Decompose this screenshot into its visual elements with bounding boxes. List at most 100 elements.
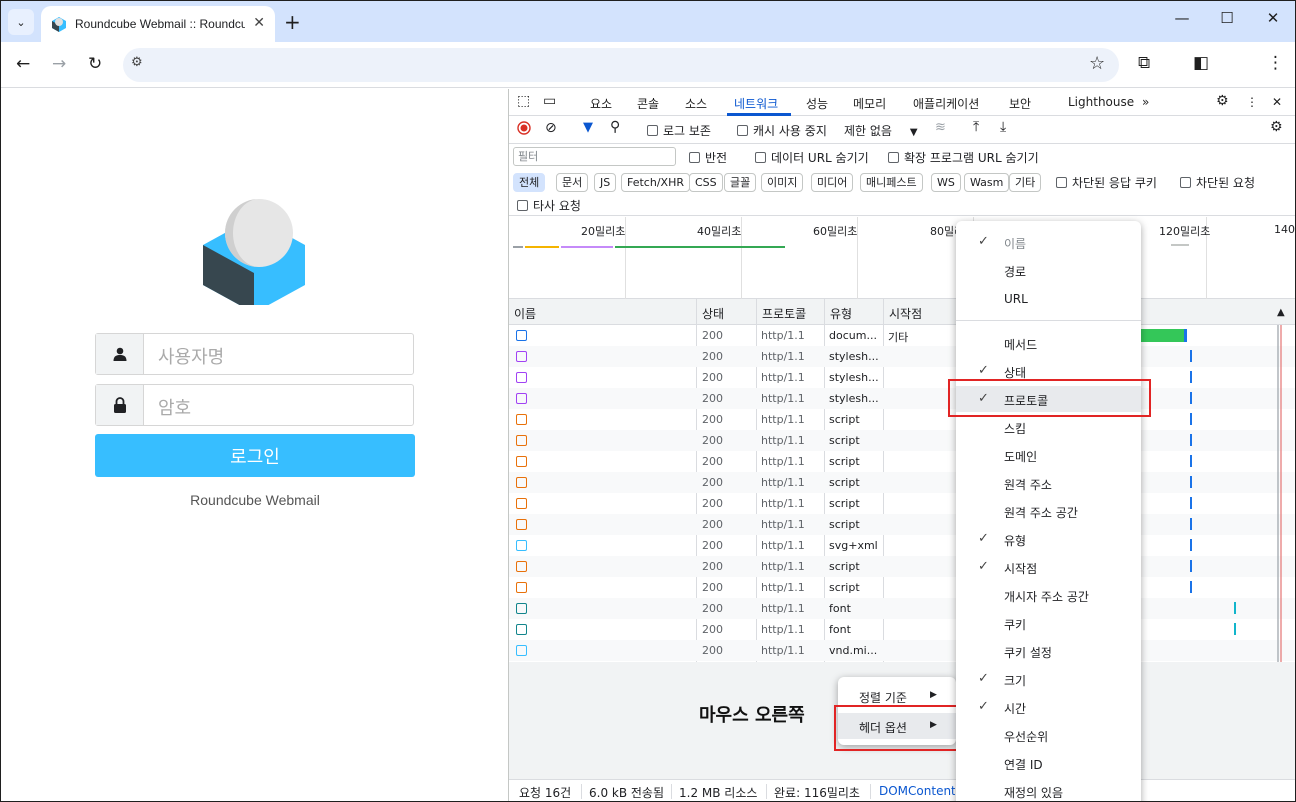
header-option-item[interactable]: ✓ 시작점: [956, 554, 1141, 580]
header-option-item[interactable]: ✓ 시간: [956, 694, 1141, 720]
tab-lighthouse[interactable]: Lighthouse: [1068, 95, 1134, 109]
type-filter-fetch[interactable]: Fetch/XHR: [621, 173, 690, 192]
username-input[interactable]: 사용자명: [158, 343, 224, 369]
third-party-checkbox[interactable]: 타사 요청: [517, 197, 581, 214]
tab-close-icon[interactable]: ✕: [253, 15, 265, 31]
browser-menu-icon[interactable]: ⋮: [1267, 53, 1284, 73]
table-row[interactable]: 200 http/1.1 script: [509, 409, 1295, 430]
hide-extension-url-checkbox[interactable]: 확장 프로그램 URL 숨기기: [888, 149, 1039, 166]
header-option-item[interactable]: 메서드: [956, 330, 1141, 356]
type-filter-img[interactable]: 이미지: [761, 173, 804, 192]
password-input[interactable]: 암호: [158, 394, 191, 420]
tab-sources[interactable]: 소스: [685, 95, 707, 112]
type-filter-all[interactable]: 전체: [513, 173, 546, 192]
header-option-item[interactable]: 원격 주소 공간: [956, 498, 1141, 524]
header-option-item[interactable]: 원격 주소: [956, 470, 1141, 496]
forward-icon[interactable]: →: [52, 54, 66, 74]
hide-data-url-checkbox[interactable]: 데이터 URL 숨기기: [755, 149, 869, 166]
column-initiator[interactable]: 시작점: [889, 305, 922, 322]
filter-funnel-icon[interactable]: ▼: [583, 120, 593, 135]
search-icon[interactable]: ⚲: [610, 119, 620, 135]
sort-ascending-icon[interactable]: ▲: [1277, 307, 1285, 318]
more-tabs-icon[interactable]: »: [1142, 95, 1149, 109]
new-tab-button[interactable]: +: [284, 10, 301, 34]
table-row[interactable]: 200 http/1.1 stylesh...: [509, 346, 1295, 367]
settings-gear-icon[interactable]: ⚙: [1216, 93, 1229, 109]
browser-tab[interactable]: Roundcube Webmail :: Roundcube Webmail ✕: [41, 6, 275, 42]
tab-application[interactable]: 애플리케이션: [913, 95, 979, 112]
table-row[interactable]: 200 http/1.1 script: [509, 577, 1295, 598]
column-protocol[interactable]: 프로토콜: [762, 305, 806, 322]
address-bar[interactable]: [123, 48, 1119, 82]
tab-performance[interactable]: 성능: [806, 95, 828, 112]
tab-elements[interactable]: 요소: [590, 95, 612, 112]
extensions-icon[interactable]: ⧉: [1138, 53, 1150, 73]
import-har-icon[interactable]: ⤒: [973, 119, 979, 135]
table-row[interactable]: 200 http/1.1 script: [509, 493, 1295, 514]
table-row[interactable]: 200 http/1.1 stylesh...: [509, 388, 1295, 409]
side-panel-icon[interactable]: ◧: [1193, 53, 1209, 73]
clear-icon[interactable]: ⊘: [545, 120, 557, 136]
invert-checkbox[interactable]: 반전: [689, 149, 727, 166]
type-filter-font[interactable]: 글꼴: [724, 173, 757, 192]
close-devtools-icon[interactable]: ✕: [1272, 95, 1282, 109]
header-option-item[interactable]: 연결 ID: [956, 750, 1141, 776]
table-row[interactable]: 200 http/1.1 svg+xml: [509, 535, 1295, 556]
header-option-item[interactable]: 도메인: [956, 442, 1141, 468]
tab-network[interactable]: 네트워크: [734, 95, 778, 112]
minimize-button[interactable]: —: [1159, 9, 1205, 27]
header-option-item[interactable]: 쿠키: [956, 610, 1141, 636]
header-option-item[interactable]: ✓ 유형: [956, 526, 1141, 552]
table-row[interactable]: 200 http/1.1 script: [509, 556, 1295, 577]
table-row[interactable]: 200 http/1.1 font: [509, 619, 1295, 640]
table-header[interactable]: 이름 상태 프로토콜 유형 시작점 ▲: [509, 299, 1295, 325]
table-row[interactable]: 200 http/1.1 script: [509, 430, 1295, 451]
table-row[interactable]: 200 http/1.1 script: [509, 472, 1295, 493]
header-option-item[interactable]: URL: [956, 286, 1141, 312]
table-row[interactable]: 200 http/1.1 script: [509, 514, 1295, 535]
header-option-item[interactable]: 개시자 주소 공간: [956, 582, 1141, 608]
header-option-item[interactable]: 재정의 있음: [956, 778, 1141, 801]
throttle-select[interactable]: 제한 없음 ▼: [844, 122, 918, 139]
header-option-item[interactable]: ✓ 크기: [956, 666, 1141, 692]
password-field[interactable]: 암호: [95, 384, 414, 426]
column-name[interactable]: 이름: [514, 305, 536, 322]
header-option-item[interactable]: ✓ 이름: [956, 229, 1141, 255]
maximize-button[interactable]: ☐: [1204, 9, 1250, 27]
table-row[interactable]: 200 http/1.1 vnd.mi...: [509, 640, 1295, 661]
network-settings-icon[interactable]: ⚙: [1270, 119, 1283, 135]
blocked-requests-checkbox[interactable]: 차단된 요청: [1180, 174, 1255, 191]
device-toolbar-icon[interactable]: ▭: [543, 93, 556, 109]
type-filter-doc[interactable]: 문서: [556, 173, 589, 192]
bookmark-star-icon[interactable]: ☆: [1089, 53, 1105, 74]
login-button[interactable]: 로그인: [95, 434, 415, 477]
inspect-element-icon[interactable]: ⬚: [517, 93, 530, 109]
table-row[interactable]: 200 http/1.1 font: [509, 598, 1295, 619]
type-filter-ws[interactable]: WS: [931, 173, 961, 192]
back-icon[interactable]: ←: [16, 54, 30, 74]
header-option-item[interactable]: 쿠키 설정: [956, 638, 1141, 664]
tab-search-icon[interactable]: ⌄: [8, 9, 34, 35]
tab-console[interactable]: 콘솔: [637, 95, 659, 112]
type-filter-js[interactable]: JS: [594, 173, 617, 192]
column-type[interactable]: 유형: [830, 305, 852, 322]
header-option-item[interactable]: 스킴: [956, 414, 1141, 440]
network-conditions-icon[interactable]: ≋: [935, 120, 946, 135]
close-window-button[interactable]: ✕: [1250, 9, 1295, 27]
type-filter-manifest[interactable]: 매니페스트: [860, 173, 923, 192]
type-filter-css[interactable]: CSS: [689, 173, 723, 192]
header-option-item[interactable]: 우선순위: [956, 722, 1141, 748]
type-filter-media[interactable]: 미디어: [811, 173, 854, 192]
network-overview[interactable]: 20밀리초 40밀리초 60밀리초 80밀리초 120밀리초 140: [509, 217, 1295, 299]
table-row[interactable]: 200 http/1.1 script: [509, 451, 1295, 472]
tab-security[interactable]: 보안: [1009, 95, 1031, 112]
column-status[interactable]: 상태: [702, 305, 724, 322]
site-info-icon[interactable]: ⚙: [131, 55, 143, 70]
disable-cache-checkbox[interactable]: 캐시 사용 중지: [737, 122, 827, 139]
header-option-item[interactable]: 경로: [956, 257, 1141, 283]
type-filter-wasm[interactable]: Wasm: [964, 173, 1010, 192]
blocked-cookies-checkbox[interactable]: 차단된 응답 쿠키: [1056, 174, 1157, 191]
devtools-menu-icon[interactable]: ⋮: [1246, 95, 1258, 109]
record-stop-icon[interactable]: [517, 121, 531, 138]
export-har-icon[interactable]: ⤓: [1000, 119, 1006, 135]
